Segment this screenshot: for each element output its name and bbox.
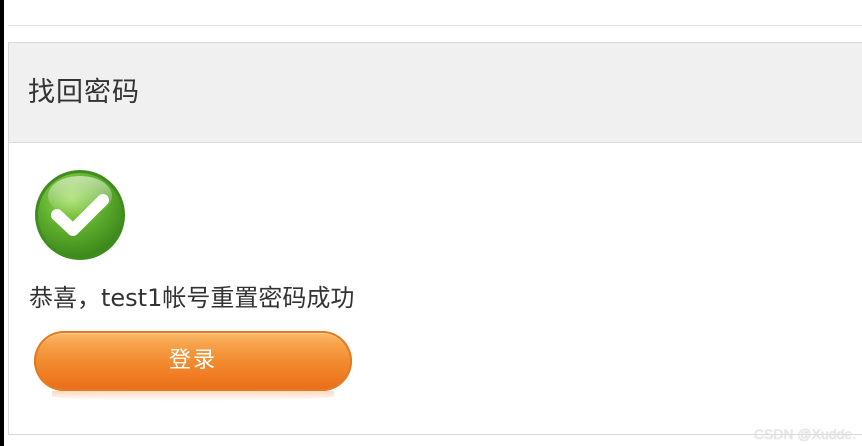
check-circle-icon (35, 170, 125, 260)
login-button[interactable]: 登录 (34, 331, 352, 401)
watermark: CSDN @Xudde. (753, 426, 856, 442)
window-left-border (0, 0, 4, 446)
panel-title: 找回密码 (28, 77, 140, 108)
login-button-label: 登录 (168, 348, 217, 373)
top-divider (8, 25, 862, 26)
success-message: 恭喜，test1帐号重置密码成功 (29, 284, 355, 312)
panel-header: 找回密码 (9, 43, 862, 143)
reset-password-panel: 找回密码 恭喜，test1帐号重置密码成功 登录 (8, 42, 862, 435)
login-button-reflection (52, 391, 334, 401)
